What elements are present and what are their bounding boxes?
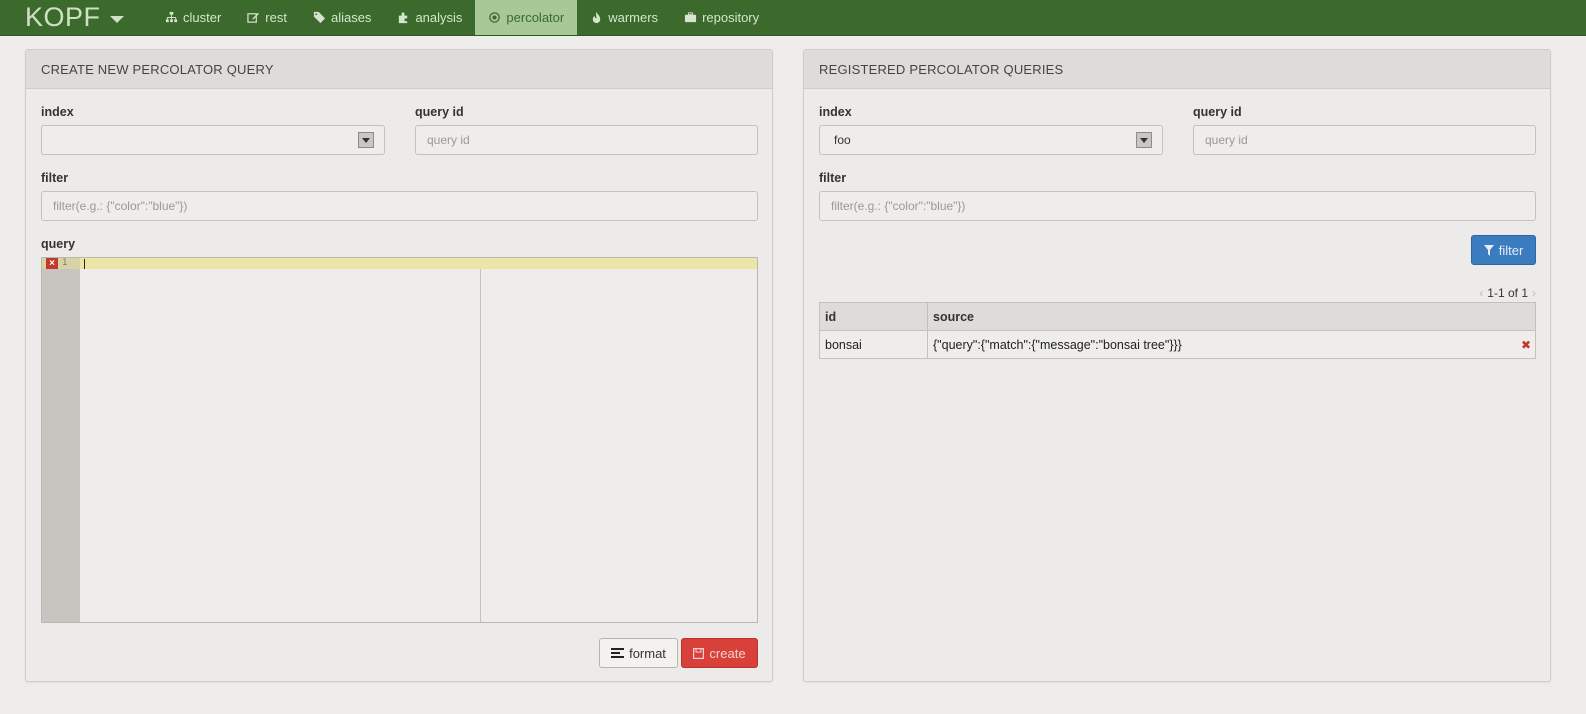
select-arrow-icon bbox=[1136, 132, 1152, 148]
nav-item-percolator[interactable]: percolator bbox=[475, 0, 578, 35]
format-button-label: format bbox=[629, 645, 666, 661]
text-cursor bbox=[84, 259, 85, 269]
filter-button-label: filter bbox=[1498, 242, 1524, 258]
briefcase-icon bbox=[684, 12, 697, 23]
nav-label-cluster: cluster bbox=[183, 10, 222, 25]
index-label: index bbox=[41, 105, 74, 119]
panel-title: REGISTERED PERCOLATOR QUERIES bbox=[804, 50, 1550, 89]
pager-prev-button[interactable]: ‹ bbox=[1479, 286, 1483, 300]
cell-source: {"query":{"match":{"message":"bonsai tre… bbox=[927, 330, 1536, 359]
brand-menu[interactable]: KOPF bbox=[0, 0, 152, 35]
tags-icon bbox=[313, 11, 326, 24]
pager-range: 1-1 of 1 bbox=[1487, 286, 1528, 300]
filter-input[interactable]: filter(e.g.: {"color":"blue"}) bbox=[41, 191, 758, 221]
nav-item-rest[interactable]: rest bbox=[234, 0, 300, 35]
top-navbar: KOPF cluster rest aliases analysis perco… bbox=[0, 0, 1586, 36]
registered-queries-panel: REGISTERED PERCOLATOR QUERIES index foo … bbox=[803, 49, 1551, 682]
nav-label-warmers: warmers bbox=[608, 10, 659, 25]
create-percolator-panel: CREATE NEW PERCOLATOR QUERY index query … bbox=[25, 49, 773, 682]
nav-label-percolator: percolator bbox=[506, 10, 565, 25]
filter-label: filter bbox=[819, 171, 847, 185]
query-id-input[interactable]: query id bbox=[1193, 125, 1536, 155]
table-row: bonsai {"query":{"match":{"message":"bon… bbox=[819, 330, 1536, 359]
nav-item-repository[interactable]: repository bbox=[671, 0, 772, 35]
filter-button[interactable]: filter bbox=[1471, 235, 1536, 265]
error-x-icon: × bbox=[46, 258, 58, 269]
nav-item-aliases[interactable]: aliases bbox=[300, 0, 384, 35]
edit-icon bbox=[247, 12, 260, 23]
panel-title: CREATE NEW PERCOLATOR QUERY bbox=[26, 50, 772, 89]
nav-label-analysis: analysis bbox=[415, 10, 463, 25]
query-id-label: query id bbox=[1193, 105, 1242, 119]
query-id-label: query id bbox=[415, 105, 464, 119]
nav-item-cluster[interactable]: cluster bbox=[152, 0, 234, 35]
nav-label-repository: repository bbox=[702, 10, 760, 25]
create-button[interactable]: create bbox=[681, 638, 758, 668]
print-margin bbox=[480, 269, 481, 622]
line-number: 1 bbox=[62, 258, 68, 268]
cell-id: bonsai bbox=[819, 330, 928, 359]
select-arrow-icon bbox=[358, 132, 374, 148]
puzzle-icon bbox=[399, 12, 408, 24]
filter-input[interactable]: filter(e.g.: {"color":"blue"}) bbox=[819, 191, 1536, 221]
query-label: query bbox=[41, 237, 76, 251]
nav-item-warmers[interactable]: warmers bbox=[577, 0, 671, 35]
source-text: {"query":{"match":{"message":"bonsai tre… bbox=[933, 337, 1182, 352]
column-header-id: id bbox=[819, 302, 928, 331]
remove-query-icon[interactable]: ✖ bbox=[1521, 339, 1531, 351]
index-select[interactable] bbox=[41, 125, 385, 155]
brand-logo: KOPF bbox=[25, 2, 101, 32]
table-header-row: id source bbox=[819, 302, 1536, 331]
nav-label-aliases: aliases bbox=[330, 10, 372, 25]
column-header-source: source bbox=[927, 302, 1536, 331]
percolator-queries-table: id source bonsai {"query":{"match":{"mes… bbox=[819, 302, 1536, 359]
create-button-label: create bbox=[709, 645, 746, 661]
caret-down-icon bbox=[109, 15, 124, 23]
index-label: index bbox=[819, 105, 852, 119]
query-id-input[interactable]: query id bbox=[415, 125, 758, 155]
pagination: ‹ 1-1 of 1 › bbox=[1479, 286, 1536, 300]
nav-item-analysis[interactable]: analysis bbox=[384, 0, 475, 35]
save-icon bbox=[693, 647, 705, 659]
fire-icon bbox=[593, 11, 601, 24]
query-editor[interactable]: × 1 bbox=[41, 257, 758, 623]
sitemap-icon bbox=[165, 11, 178, 23]
pager-next-button[interactable]: › bbox=[1532, 286, 1536, 300]
funnel-icon bbox=[1483, 244, 1494, 256]
editor-gutter bbox=[42, 258, 80, 622]
editor-active-line bbox=[80, 258, 757, 269]
format-button[interactable]: format bbox=[599, 638, 678, 668]
align-left-icon bbox=[611, 648, 625, 658]
filter-label: filter bbox=[41, 171, 69, 185]
index-select[interactable]: foo bbox=[819, 125, 1163, 155]
dot-circle-icon bbox=[489, 12, 501, 23]
nav-label-rest: rest bbox=[265, 10, 287, 25]
index-select-value: foo bbox=[834, 133, 851, 147]
